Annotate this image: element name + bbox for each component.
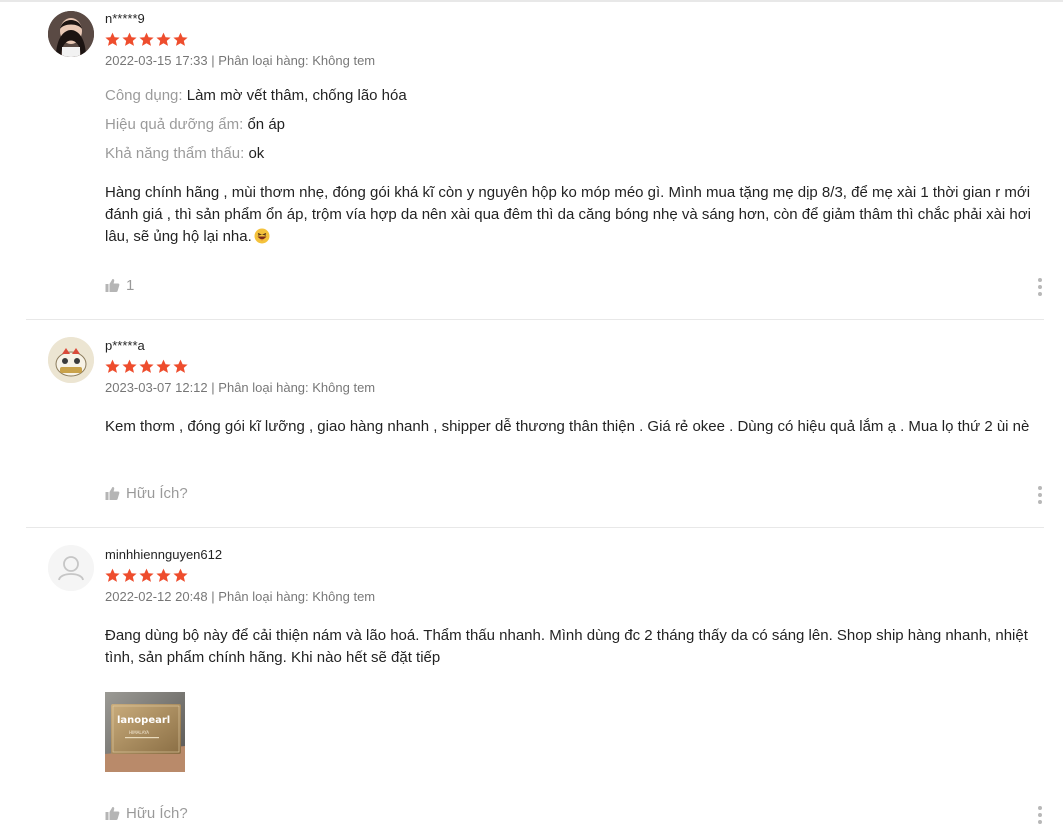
star-icon <box>105 32 120 46</box>
rating-stars <box>105 32 1044 48</box>
star-icon <box>139 568 154 582</box>
photo-product-text: HIMALAYA <box>129 730 149 735</box>
attribute-label: Công dụng: <box>105 87 183 104</box>
review-date: 2023-03-07 12:12 <box>105 380 208 395</box>
star-icon <box>139 32 154 46</box>
avatar-photo <box>48 337 94 383</box>
star-icon <box>156 359 171 373</box>
thumbs-up-icon <box>105 278 120 292</box>
attribute-value: ổn áp <box>247 116 286 133</box>
variation-label: Phân loại hàng: Không tem <box>218 53 376 68</box>
dot <box>1038 493 1042 497</box>
attribute-label: Hiệu quả dưỡng ẩm: <box>105 116 244 133</box>
more-vertical-icon <box>1038 278 1042 282</box>
review-item: minhhiennguyen612 2022-02-12 20:48 | Phâ… <box>26 528 1044 824</box>
star-icon <box>156 568 171 582</box>
more-options-button[interactable] <box>1038 486 1042 504</box>
rating-stars <box>105 359 1044 375</box>
avatar[interactable] <box>48 11 94 57</box>
variation-label: Phân loại hàng: Không tem <box>218 380 376 395</box>
star-icon <box>173 359 188 373</box>
star-icon <box>173 568 188 582</box>
meta-separator: | <box>211 380 215 395</box>
star-icon <box>105 568 120 582</box>
review-date: 2022-02-12 20:48 <box>105 589 208 604</box>
avatar-photo <box>48 11 94 57</box>
grinning-emoji-icon <box>254 228 270 244</box>
default-avatar-icon <box>48 545 94 591</box>
review-photo-thumbnail[interactable]: lanopearl HIMALAYA <box>105 692 185 772</box>
review-date: 2022-03-15 17:33 <box>105 53 208 68</box>
attribute-value: ok <box>248 145 265 162</box>
review-photo: lanopearl HIMALAYA <box>105 692 185 772</box>
star-icon <box>173 32 188 46</box>
star-icon <box>139 359 154 373</box>
like-button[interactable]: Hữu Ích? <box>105 805 188 822</box>
meta-separator: | <box>211 53 215 68</box>
star-icon <box>105 359 120 373</box>
dot <box>1038 500 1042 504</box>
meta-separator: | <box>211 589 215 604</box>
review-comment: Hàng chính hãng , mùi thơm nhẹ, đóng gói… <box>105 182 1044 248</box>
star-icon <box>122 32 137 46</box>
review-comment: Đang dùng bộ này để cải thiện nám và lão… <box>105 627 1028 666</box>
more-options-button[interactable] <box>1038 806 1042 824</box>
comment-text: Hàng chính hãng , mùi thơm nhẹ, đóng gói… <box>105 184 1031 245</box>
username: n*****9 <box>105 11 145 26</box>
star-icon <box>122 568 137 582</box>
dot <box>1038 820 1042 824</box>
more-options-button[interactable] <box>1038 278 1042 296</box>
helpful-label: Hữu Ích? <box>126 485 188 502</box>
like-button[interactable]: Hữu Ích? <box>105 485 188 502</box>
attribute-value: Làm mờ vết thâm, chống lão hóa <box>186 87 407 104</box>
attribute-list: Công dụng: Làm mờ vết thâm, chống lão hó… <box>105 86 1044 173</box>
helpful-label: Hữu Ích? <box>126 805 188 822</box>
review-item: p*****a 2023-03-07 12:12 | Phân loại hàn… <box>26 320 1044 528</box>
review-meta: 2022-02-12 20:48 | Phân loại hàng: Không… <box>105 589 1044 605</box>
attribute-label: Khả năng thẩm thấu: <box>105 145 245 162</box>
review-meta: 2022-03-15 17:33 | Phân loại hàng: Không… <box>105 53 1044 69</box>
star-icon <box>156 32 171 46</box>
variation-label: Phân loại hàng: Không tem <box>218 589 376 604</box>
photo-brand-text: lanopearl <box>117 715 170 726</box>
dot <box>1038 285 1042 289</box>
review-comment: Kem thơm , đóng gói kĩ lưỡng , giao hàng… <box>105 418 1030 435</box>
username: p*****a <box>105 338 145 353</box>
like-count: 1 <box>126 277 135 294</box>
avatar[interactable] <box>48 545 94 591</box>
dot <box>1038 292 1042 296</box>
more-vertical-icon <box>1038 806 1042 810</box>
review-meta: 2023-03-07 12:12 | Phân loại hàng: Không… <box>105 380 1044 396</box>
dot <box>1038 813 1042 817</box>
rating-stars <box>105 568 1044 584</box>
attribute-row: Công dụng: Làm mờ vết thâm, chống lão hó… <box>105 86 1044 115</box>
thumbs-up-icon <box>105 486 120 500</box>
attribute-row: Hiệu quả dưỡng ẩm: ổn áp <box>105 115 1044 144</box>
avatar[interactable] <box>48 337 94 383</box>
like-button[interactable]: 1 <box>105 277 134 294</box>
more-vertical-icon <box>1038 486 1042 490</box>
review-item: n*****9 2022-03-15 17:33 | Phân loại hàn… <box>26 0 1044 320</box>
star-icon <box>122 359 137 373</box>
username: minhhiennguyen612 <box>105 547 223 562</box>
attribute-row: Khả năng thẩm thấu: ok <box>105 144 1044 173</box>
